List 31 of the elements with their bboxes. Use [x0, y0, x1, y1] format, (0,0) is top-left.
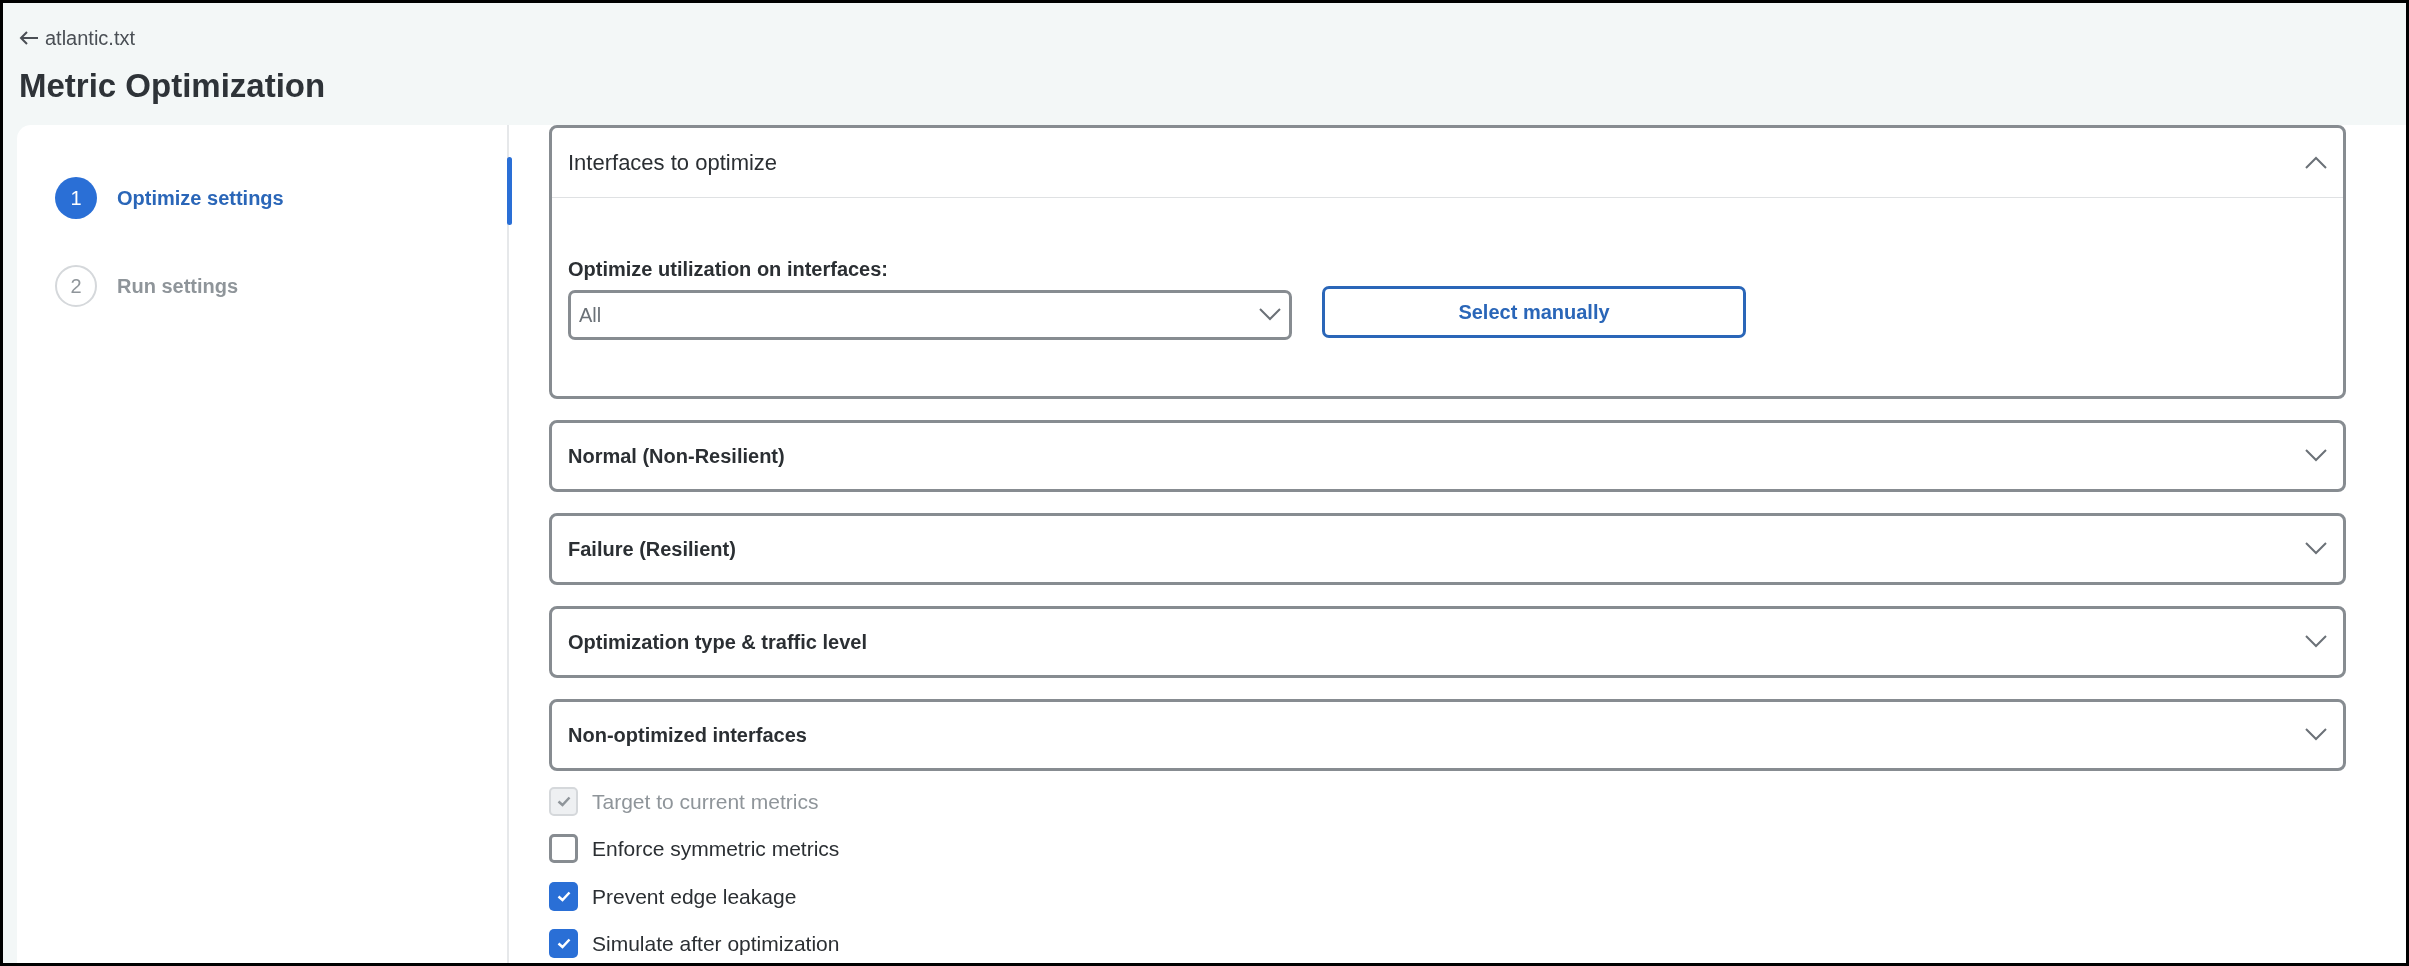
checkbox-label: Enforce symmetric metrics: [592, 836, 840, 862]
accordion-header[interactable]: Non-optimized interfaces: [552, 701, 2343, 768]
back-link[interactable]: atlantic.txt: [19, 23, 136, 53]
accordion-header[interactable]: Optimization type & traffic level: [552, 608, 2343, 675]
step-number: 2: [55, 264, 97, 307]
expand-chevron-icon: [2305, 635, 2327, 648]
checkbox-label: Simulate after optimization: [592, 931, 840, 957]
expand-chevron-icon: [2305, 449, 2327, 462]
interfaces-select[interactable]: All: [568, 289, 1292, 340]
step-number: 1: [55, 176, 97, 219]
step-label[interactable]: Optimize settings: [117, 182, 284, 213]
accordion-header[interactable]: Interfaces to optimize: [552, 127, 2343, 198]
checkbox[interactable]: [549, 929, 578, 959]
page-title: Metric Optimization: [19, 66, 326, 106]
checkmark-icon: [556, 938, 571, 950]
accordion-header[interactable]: Normal (Non-Resilient): [552, 422, 2343, 489]
dropdown-chevron-icon: [1259, 308, 1281, 321]
checkbox-label: Prevent edge leakage: [592, 883, 797, 910]
checkmark-icon: [556, 890, 571, 902]
checkbox[interactable]: [549, 881, 578, 911]
active-step-indicator: [507, 156, 512, 225]
checkmark-icon: [556, 795, 571, 807]
select-manually-button[interactable]: Select manually: [1322, 285, 1746, 338]
expand-chevron-icon: [2305, 728, 2327, 741]
expand-chevron-icon: [2305, 542, 2327, 555]
field-label: Optimize utilization on interfaces:: [568, 256, 890, 282]
collapse-chevron-icon: [2305, 155, 2327, 169]
back-arrow-icon: [19, 30, 39, 46]
checkbox-label: Target to current metrics: [592, 788, 819, 815]
accordion-header[interactable]: Failure (Resilient): [552, 515, 2343, 582]
checkbox[interactable]: [549, 834, 578, 864]
